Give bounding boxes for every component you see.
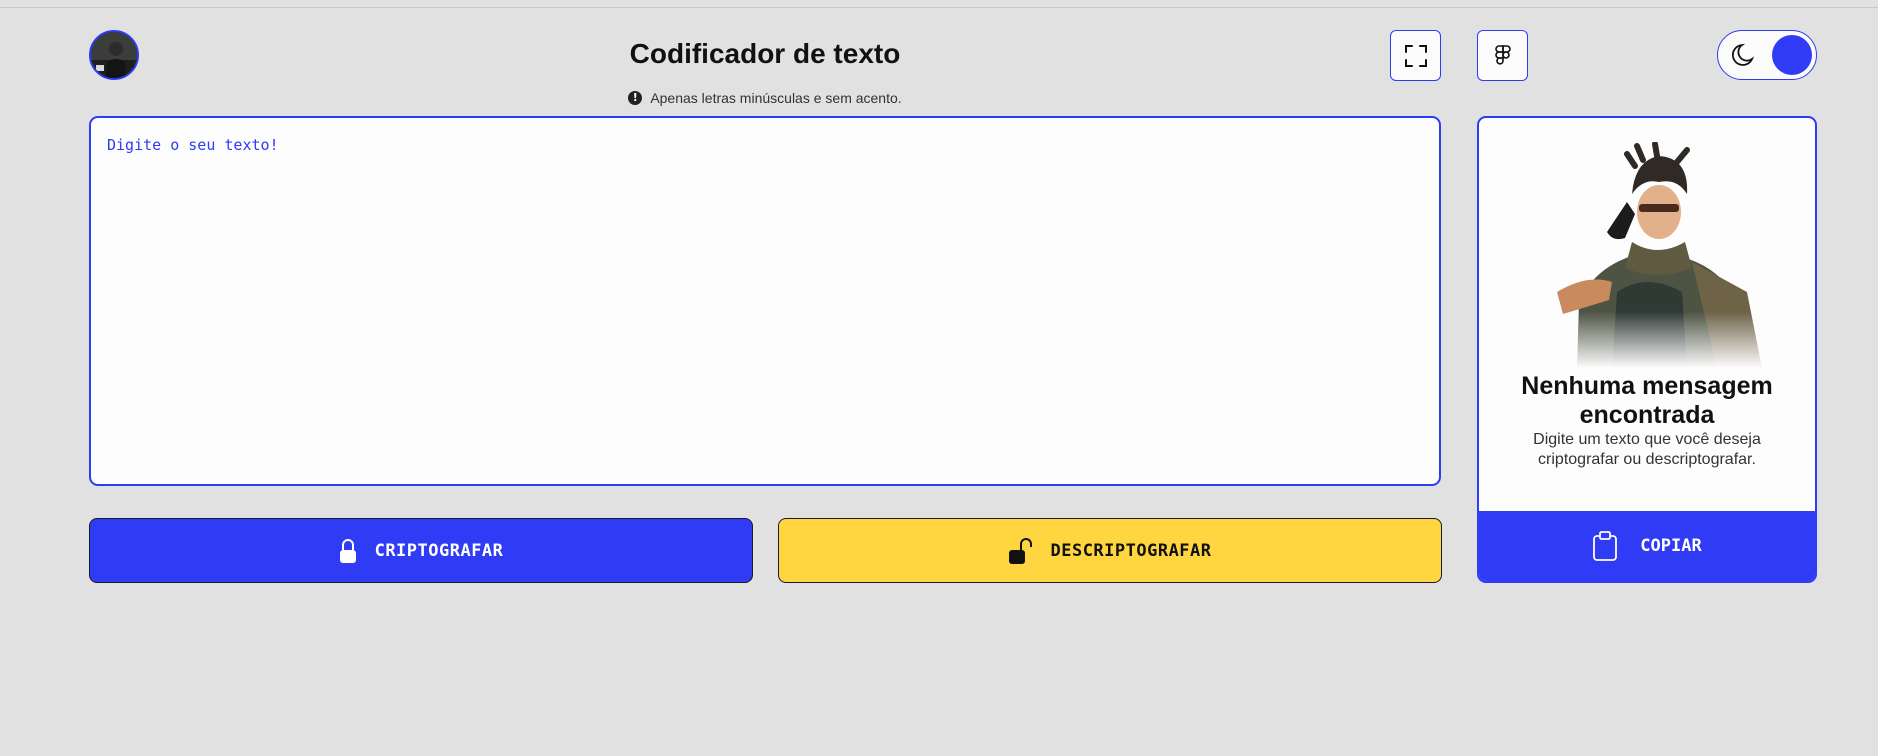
fullscreen-button[interactable] bbox=[1390, 30, 1441, 81]
clipboard-icon bbox=[1593, 531, 1618, 561]
toggle-knob bbox=[1772, 35, 1812, 75]
copy-button[interactable]: COPIAR bbox=[1479, 511, 1815, 581]
unlock-icon bbox=[1009, 537, 1033, 564]
hint-text: Apenas letras minúsculas e sem acento. bbox=[650, 90, 902, 106]
character-illustration bbox=[1517, 142, 1777, 368]
page-title: Codificador de texto bbox=[629, 38, 901, 69]
figma-icon bbox=[1494, 44, 1511, 65]
empty-state-title: Nenhuma mensagem encontrada bbox=[1521, 372, 1773, 429]
encrypt-button[interactable]: CRIPTOGRAFAR bbox=[89, 518, 753, 583]
top-divider bbox=[0, 7, 1878, 8]
input-hint: ! Apenas letras minúsculas e sem acento. bbox=[565, 90, 965, 106]
lock-icon bbox=[339, 538, 356, 563]
info-icon: ! bbox=[628, 91, 643, 105]
copy-label: COPIAR bbox=[1640, 536, 1702, 556]
empty-state-description: Digite um texto que você deseja criptogr… bbox=[1533, 431, 1761, 468]
avatar[interactable] bbox=[89, 30, 139, 80]
figma-button[interactable] bbox=[1477, 30, 1528, 81]
output-panel: Nenhuma mensagem encontrada Digite um te… bbox=[1477, 116, 1817, 583]
theme-toggle[interactable] bbox=[1717, 30, 1817, 80]
decrypt-button[interactable]: DESCRIPTOGRAFAR bbox=[778, 518, 1442, 583]
moon-icon bbox=[1732, 43, 1755, 66]
text-input[interactable] bbox=[89, 116, 1441, 486]
encrypt-label: CRIPTOGRAFAR bbox=[374, 540, 504, 561]
decrypt-label: DESCRIPTOGRAFAR bbox=[1050, 540, 1212, 561]
expand-icon bbox=[1404, 44, 1427, 67]
